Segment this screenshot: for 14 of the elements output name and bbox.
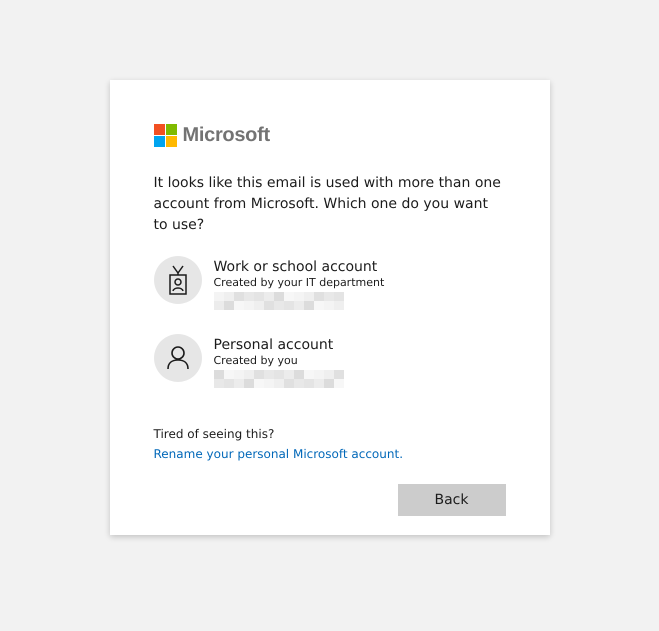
account-title[interactable]: Work or school account <box>214 259 384 276</box>
rename-link[interactable]: Rename your personal Microsoft account. <box>154 447 404 461</box>
avatar-circle[interactable] <box>154 256 202 304</box>
account-subtitle: Created by you <box>214 354 299 368</box>
logo-icon <box>154 124 176 147</box>
account-subtitle: Created by your IT department <box>214 276 384 290</box>
person-icon <box>166 346 188 370</box>
id-badge-icon <box>168 265 188 295</box>
brand-name: Microsoft <box>182 124 270 147</box>
message-text: It looks like this email is used with more than one account from Microsoft. Which one do you want to use? <box>154 174 502 235</box>
back-button[interactable]: Back <box>398 484 506 516</box>
account-title[interactable]: Personal account <box>214 337 344 354</box>
footer-text: Tired of seeing this? Rename your personal Microsoft account. <box>154 426 404 463</box>
avatar-circle[interactable] <box>154 334 202 382</box>
